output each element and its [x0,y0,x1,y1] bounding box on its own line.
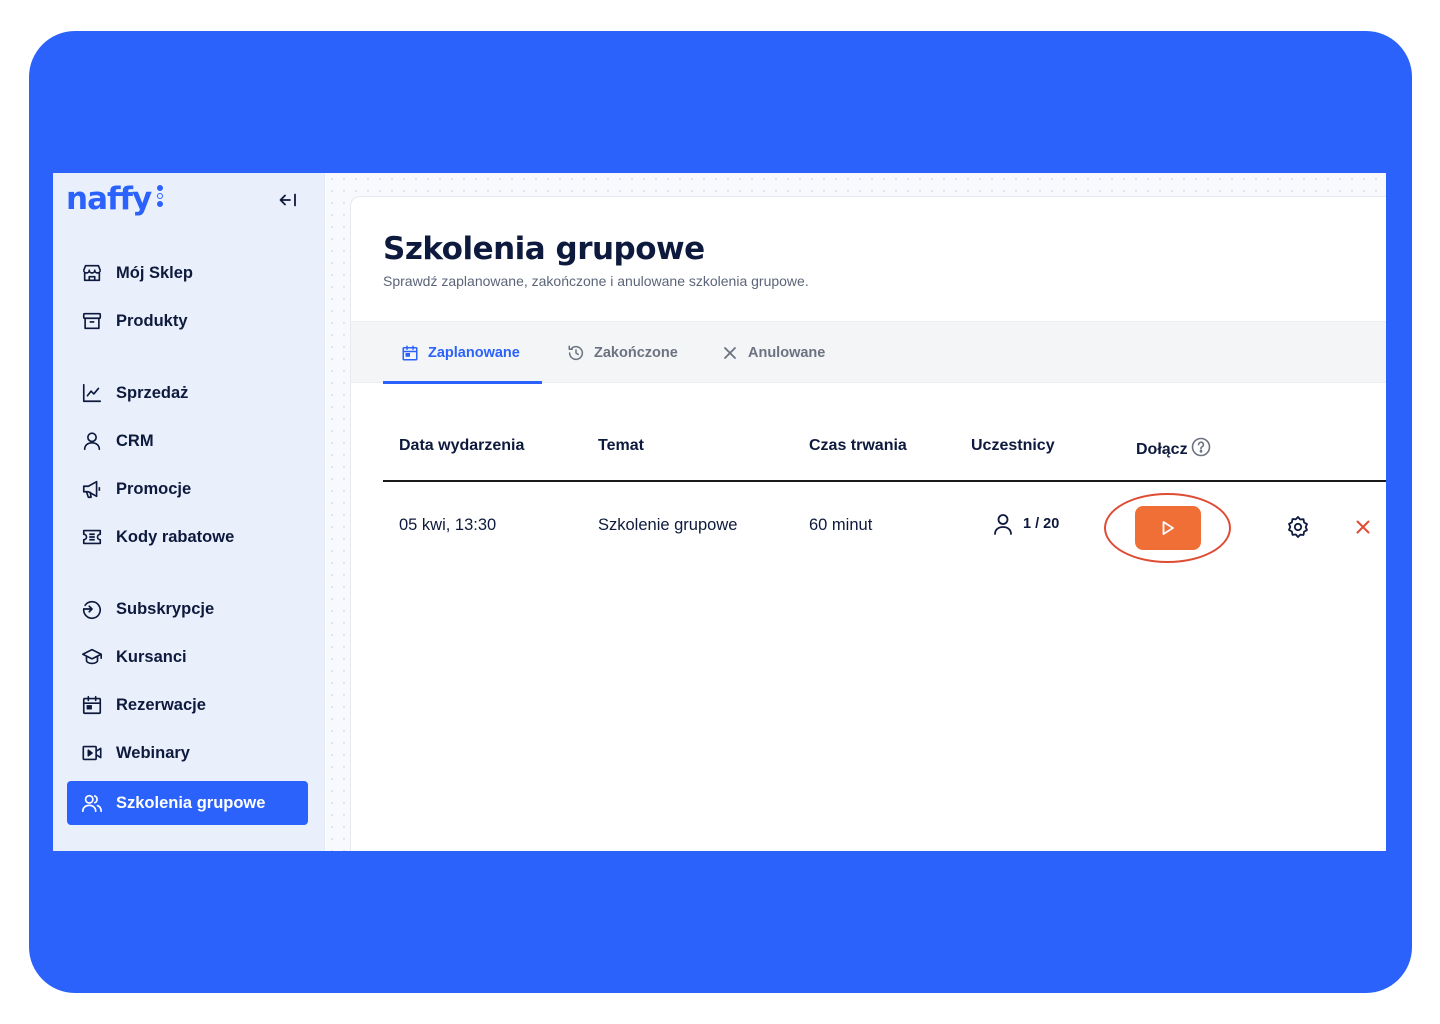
page-title: Szkolenia grupowe [383,231,705,267]
store-icon [80,261,104,285]
logo: naffy [66,181,152,217]
megaphone-icon [80,477,104,501]
sidebar-item-label: Kody rabatowe [116,527,235,546]
table-header-divider [383,480,1386,482]
sidebar-item-kursanci[interactable]: Kursanci [67,635,308,679]
user-icon [993,513,1013,535]
graduation-cap-icon [80,645,104,669]
history-icon [567,344,585,362]
ticket-icon [80,525,104,549]
sidebar-item-subskrypcje[interactable]: Subskrypcje [67,587,308,631]
sidebar-item-label: Produkty [116,311,188,330]
arrow-left-collapse-icon [279,193,296,207]
tab-zakonczone[interactable]: Zakończone [567,322,678,384]
sidebar-item-produkty[interactable]: Produkty [67,299,308,343]
box-icon [80,309,104,333]
tab-label: Anulowane [748,345,826,361]
sidebar-item-moj-sklep[interactable]: Mój Sklep [67,251,308,295]
close-icon [721,344,739,362]
sidebar-item-kody-rabatowe[interactable]: Kody rabatowe [67,515,308,559]
sidebar-item-label: Subskrypcje [116,599,215,618]
gear-icon [1288,516,1308,538]
column-header-date: Data wydarzenia [399,437,525,454]
cell-topic: Szkolenie grupowe [598,516,738,534]
active-tab-indicator [383,381,542,384]
subscription-icon [80,597,104,621]
sidebar: naffy Mój Sklep Produkty Sprzedaż CRM Pr… [53,173,325,851]
cancel-training-button[interactable] [1352,516,1374,538]
column-header-topic: Temat [598,437,644,454]
close-icon [1356,520,1370,534]
page-subtitle: Sprawdź zaplanowane, zakończone i anulow… [383,273,809,289]
collapse-sidebar-button[interactable] [275,187,301,213]
tabs-bar: Zaplanowane Zakończone Anulowane [351,321,1386,384]
help-icon[interactable] [1191,437,1211,457]
content-card: Szkolenia grupowe Sprawdź zaplanowane, z… [350,196,1386,851]
tab-label: Zaplanowane [428,345,520,361]
calendar-icon [401,344,419,362]
column-header-participants: Uczestnicy [971,437,1055,454]
tab-anulowane[interactable]: Anulowane [721,322,825,384]
sidebar-item-label: Promocje [116,479,192,498]
chart-line-icon [80,381,104,405]
cell-date: 05 kwi, 13:30 [399,516,497,534]
join-button[interactable] [1135,506,1201,550]
sidebar-item-webinary[interactable]: Webinary [67,731,308,775]
sidebar-item-label: Sprzedaż [116,383,189,402]
user-icon [80,429,104,453]
calendar-icon [80,693,104,717]
column-header-duration: Czas trwania [809,437,907,454]
sidebar-item-label: Mój Sklep [116,263,194,282]
column-header-join: Dołącz [1136,437,1211,459]
sidebar-item-crm[interactable]: CRM [67,419,308,463]
cell-duration: 60 minut [809,516,873,534]
sidebar-item-sprzedaz[interactable]: Sprzedaż [67,371,308,415]
tab-zaplanowane[interactable]: Zaplanowane [401,322,520,384]
participants-count: 1 / 20 [1023,516,1060,532]
play-icon [1162,521,1174,535]
sidebar-item-label: Rezerwacje [116,695,206,714]
sidebar-item-label: CRM [116,431,154,450]
sidebar-item-promocje[interactable]: Promocje [67,467,308,511]
cell-participants: 1 / 20 [993,513,1059,535]
sidebar-item-label: Kursanci [116,647,187,666]
column-header-join-label: Dołącz [1136,441,1188,458]
logo-dots-icon [157,185,165,211]
users-icon [80,791,104,815]
main-content: Szkolenia grupowe Sprawdź zaplanowane, z… [326,173,1386,851]
tab-label: Zakończone [594,345,678,361]
sidebar-item-szkolenia-grupowe[interactable]: Szkolenia grupowe [67,781,308,825]
sidebar-item-label: Webinary [116,743,190,762]
sidebar-item-label: Szkolenia grupowe [116,793,266,812]
video-icon [80,741,104,765]
app-window: naffy Mój Sklep Produkty Sprzedaż CRM Pr… [53,173,1386,851]
settings-button[interactable] [1286,515,1310,539]
sidebar-item-rezerwacje[interactable]: Rezerwacje [67,683,308,727]
